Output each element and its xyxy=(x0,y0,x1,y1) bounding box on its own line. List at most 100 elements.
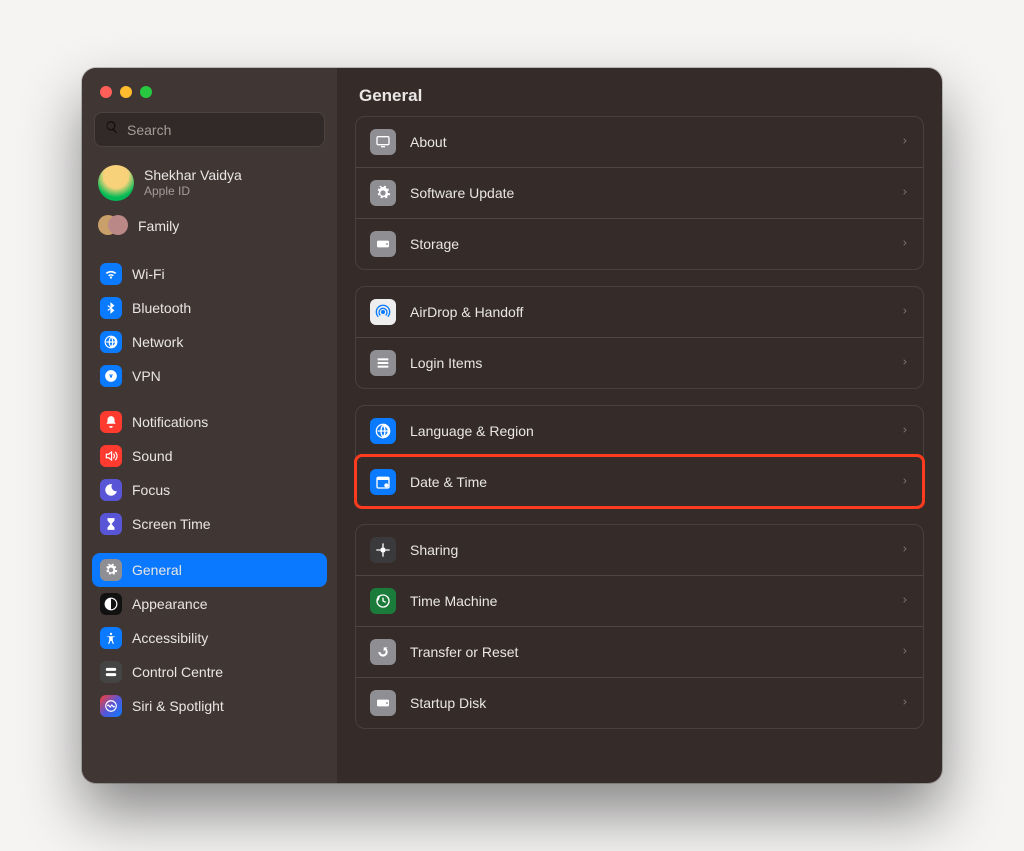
settings-row-login-items[interactable]: Login Items xyxy=(356,337,923,388)
account-name: Shekhar Vaidya xyxy=(144,168,242,183)
row-label: Startup Disk xyxy=(410,695,887,711)
settings-row-airdrop-handoff[interactable]: AirDrop & Handoff xyxy=(356,287,923,337)
sidebar-item-focus[interactable]: Focus xyxy=(92,473,327,507)
sidebar-item-network[interactable]: Network xyxy=(92,325,327,359)
moon-icon xyxy=(100,479,122,501)
chevron-right-icon xyxy=(901,185,909,201)
page-title: General xyxy=(359,86,920,106)
settings-row-date-time[interactable]: Date & Time xyxy=(356,456,923,507)
apple-id-row[interactable]: Shekhar Vaidya Apple ID xyxy=(82,161,337,209)
hourglass-icon xyxy=(100,513,122,535)
family-row[interactable]: Family xyxy=(82,209,337,251)
chevron-right-icon xyxy=(901,134,909,150)
row-label: Storage xyxy=(410,236,887,252)
minimize-icon[interactable] xyxy=(120,86,132,98)
row-label: Transfer or Reset xyxy=(410,644,887,660)
content: General About Software Update Storage AirDr… xyxy=(337,68,942,783)
sidebar-item-screen-time[interactable]: Screen Time xyxy=(92,507,327,541)
airdrop-icon xyxy=(370,299,396,325)
search-icon xyxy=(105,120,119,139)
sidebar-item-label: Notifications xyxy=(132,414,208,430)
row-label: Sharing xyxy=(410,542,887,558)
chevron-right-icon xyxy=(901,542,909,558)
sidebar-item-notifications[interactable]: Notifications xyxy=(92,405,327,439)
access-icon xyxy=(100,627,122,649)
row-label: Date & Time xyxy=(410,474,887,490)
sidebar-item-label: Accessibility xyxy=(132,630,208,646)
sidebar-item-label: Screen Time xyxy=(132,516,211,532)
avatar xyxy=(98,165,134,201)
row-label: Login Items xyxy=(410,355,887,371)
header: General xyxy=(337,68,942,116)
sidebar-item-label: Siri & Spotlight xyxy=(132,698,224,714)
settings-row-about[interactable]: About xyxy=(356,117,923,167)
chevron-right-icon xyxy=(901,355,909,371)
sidebar-item-label: Control Centre xyxy=(132,664,223,680)
window-controls xyxy=(82,68,337,106)
half-icon xyxy=(100,593,122,615)
sidebar-item-accessibility[interactable]: Accessibility xyxy=(92,621,327,655)
arrow-icon xyxy=(370,639,396,665)
family-label: Family xyxy=(138,218,179,234)
sidebar-item-label: VPN xyxy=(132,368,161,384)
clock-icon xyxy=(370,588,396,614)
settings-list: About Software Update Storage AirDrop & Han… xyxy=(337,116,942,763)
globe-icon xyxy=(370,418,396,444)
sidebar-item-label: General xyxy=(132,562,182,578)
mac-icon xyxy=(370,129,396,155)
family-icon xyxy=(98,215,128,237)
sidebar-item-label: Bluetooth xyxy=(132,300,191,316)
sidebar-item-label: Network xyxy=(132,334,183,350)
account-sub: Apple ID xyxy=(144,184,242,198)
share-icon xyxy=(370,537,396,563)
system-settings-window: Search Shekhar Vaidya Apple ID Family Wi… xyxy=(82,68,942,783)
sidebar-item-label: Sound xyxy=(132,448,172,464)
sidebar-item-control-centre[interactable]: Control Centre xyxy=(92,655,327,689)
chevron-right-icon xyxy=(901,474,909,490)
search-placeholder: Search xyxy=(127,122,171,138)
sidebar-item-bluetooth[interactable]: Bluetooth xyxy=(92,291,327,325)
chevron-right-icon xyxy=(901,644,909,660)
chevron-right-icon xyxy=(901,236,909,252)
row-label: AirDrop & Handoff xyxy=(410,304,887,320)
cal-icon xyxy=(370,469,396,495)
sidebar-item-label: Wi-Fi xyxy=(132,266,165,282)
row-label: Time Machine xyxy=(410,593,887,609)
zoom-icon[interactable] xyxy=(140,86,152,98)
close-icon[interactable] xyxy=(100,86,112,98)
sound-icon xyxy=(100,445,122,467)
bt-icon xyxy=(100,297,122,319)
chevron-right-icon xyxy=(901,423,909,439)
sidebar-item-sound[interactable]: Sound xyxy=(92,439,327,473)
row-label: Language & Region xyxy=(410,423,887,439)
sidebar-item-label: Appearance xyxy=(132,596,208,612)
siri-icon xyxy=(100,695,122,717)
settings-row-sharing[interactable]: Sharing xyxy=(356,525,923,575)
bell-icon xyxy=(100,411,122,433)
toggles-icon xyxy=(100,661,122,683)
sidebar-item-vpn[interactable]: VPN xyxy=(92,359,327,393)
wifi-icon xyxy=(100,263,122,285)
sidebar: Search Shekhar Vaidya Apple ID Family Wi… xyxy=(82,68,337,783)
disk-icon xyxy=(370,231,396,257)
settings-row-startup-disk[interactable]: Startup Disk xyxy=(356,677,923,728)
chevron-right-icon xyxy=(901,304,909,320)
row-label: About xyxy=(410,134,887,150)
gear-icon xyxy=(370,180,396,206)
sidebar-item-siri-spotlight[interactable]: Siri & Spotlight xyxy=(92,689,327,723)
settings-row-language-region[interactable]: Language & Region xyxy=(356,406,923,456)
list-icon xyxy=(370,350,396,376)
settings-row-storage[interactable]: Storage xyxy=(356,218,923,269)
sidebar-item-wi-fi[interactable]: Wi-Fi xyxy=(92,257,327,291)
settings-row-transfer-or-reset[interactable]: Transfer or Reset xyxy=(356,626,923,677)
sidebar-item-appearance[interactable]: Appearance xyxy=(92,587,327,621)
sidebar-item-general[interactable]: General xyxy=(92,553,327,587)
gear-icon xyxy=(100,559,122,581)
chevron-right-icon xyxy=(901,593,909,609)
sidebar-item-label: Focus xyxy=(132,482,170,498)
chevron-right-icon xyxy=(901,695,909,711)
settings-row-time-machine[interactable]: Time Machine xyxy=(356,575,923,626)
search-input[interactable]: Search xyxy=(94,112,325,147)
globe-icon xyxy=(100,331,122,353)
settings-row-software-update[interactable]: Software Update xyxy=(356,167,923,218)
